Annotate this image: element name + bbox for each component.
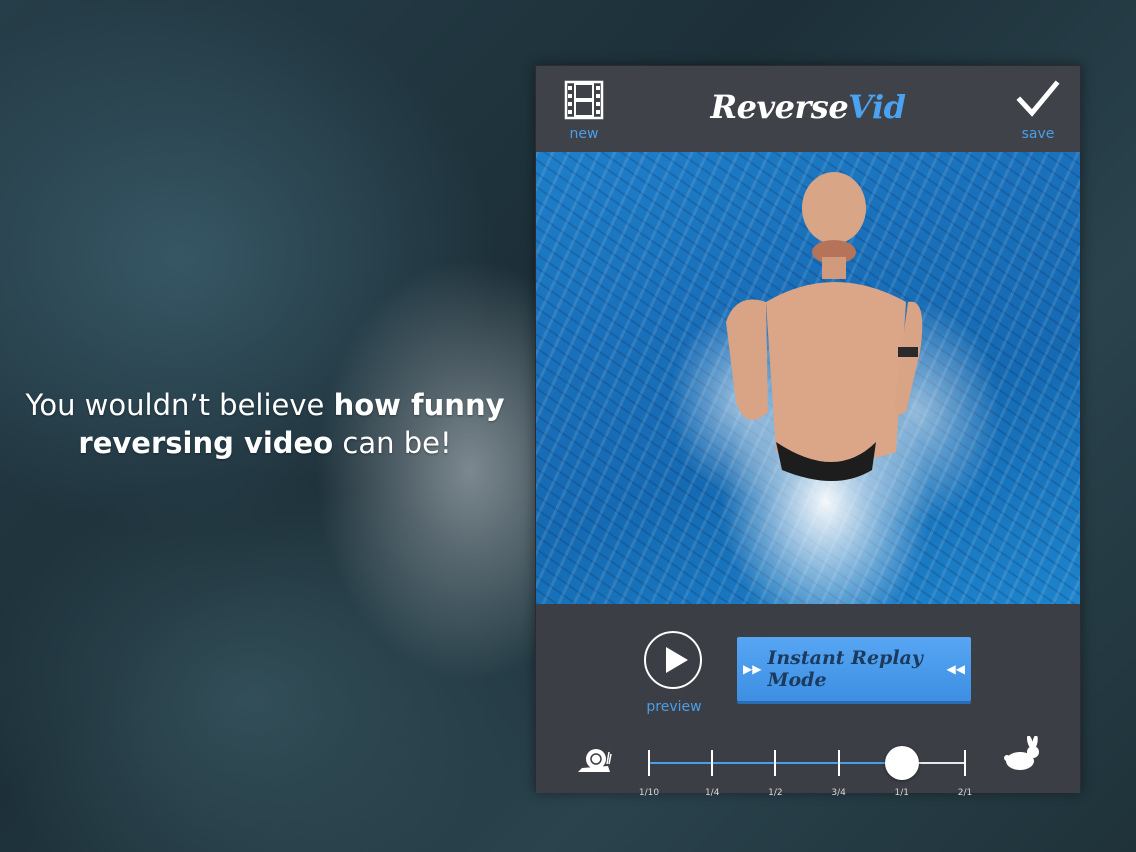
app-panel: new ReverseVid save preview ▶▶ Instant R… — [535, 65, 1081, 798]
slider-tick-label: 1/2 — [768, 788, 783, 798]
slider-tick-label: 3/4 — [831, 788, 846, 798]
slider-tick — [964, 750, 966, 776]
instant-replay-button[interactable]: ▶▶ Instant Replay Mode ◀◀ — [737, 637, 971, 701]
video-preview[interactable] — [536, 152, 1080, 604]
tagline-text-2: can be! — [333, 426, 452, 460]
slider-tick — [648, 750, 650, 776]
rabbit-icon — [1004, 736, 1039, 770]
tagline-bold-1: how funny — [333, 388, 505, 422]
slider-tick-label: 1/1 — [894, 788, 910, 798]
top-bar: new ReverseVid save — [536, 66, 1080, 152]
rewind-icon: ◀◀ — [946, 662, 965, 676]
tagline-bold-2: reversing video — [78, 426, 334, 460]
slider-thumb[interactable] — [884, 746, 919, 780]
logo-accent: Vid — [848, 88, 906, 126]
speed-slider[interactable] — [648, 746, 966, 780]
logo-main: Reverse — [710, 88, 849, 126]
preview-label: preview — [646, 699, 702, 715]
replay-label: Instant Replay Mode — [767, 647, 923, 691]
app-logo: ReverseVid — [536, 88, 1080, 126]
slider-tick-label: 1/4 — [704, 788, 720, 798]
new-label: new — [569, 126, 599, 142]
fast-forward-icon: ▶▶ — [743, 662, 762, 676]
play-icon — [666, 647, 688, 673]
preview-button[interactable] — [644, 631, 702, 689]
slider-tick — [774, 750, 777, 776]
slider-tick — [711, 750, 714, 776]
diver-figure — [726, 172, 923, 481]
checkmark-icon — [1016, 80, 1060, 117]
tagline-text-1: You wouldn’t believe — [25, 388, 334, 422]
tagline: You wouldn’t believe how funny reversing… — [20, 386, 510, 462]
controls-area: preview ▶▶ Instant Replay Mode ◀◀ 1/10 1/… — [536, 604, 1080, 798]
slider-tick-label: 1/10 — [638, 788, 660, 798]
slider-tick-label: 2/1 — [957, 788, 973, 798]
slider-tick — [837, 750, 840, 776]
snail-icon — [578, 749, 612, 772]
save-label: save — [1021, 126, 1055, 142]
save-button[interactable]: save — [1010, 80, 1066, 142]
